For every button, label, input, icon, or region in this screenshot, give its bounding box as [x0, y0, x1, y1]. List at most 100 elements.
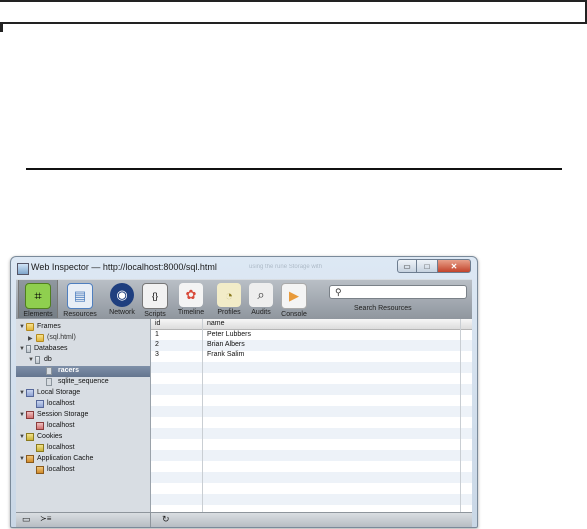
- tree-label: (sql.html): [47, 334, 76, 341]
- tool-network[interactable]: ◉ Network: [102, 283, 142, 316]
- tool-scripts[interactable]: {} Scripts: [140, 283, 170, 318]
- maximize-button[interactable]: □: [417, 259, 437, 273]
- timeline-icon: ✿: [179, 283, 203, 307]
- tree-label: localhost: [47, 400, 75, 407]
- cell-name[interactable]: Brian Albers: [207, 341, 245, 348]
- tree-label: Session Storage: [37, 411, 89, 418]
- application-cache-icon: [36, 466, 44, 474]
- audits-icon: ⌕: [249, 283, 273, 307]
- cell-name[interactable]: Peter Lubbers: [207, 331, 251, 338]
- cell-name[interactable]: Frank Salim: [207, 351, 244, 358]
- expand-triangle-icon[interactable]: ▼: [19, 456, 25, 462]
- tree-label: db: [44, 356, 52, 363]
- tool-label: Resources: [63, 311, 97, 318]
- application-cache-icon: [26, 455, 34, 463]
- expand-triangle-icon[interactable]: ▼: [28, 357, 34, 363]
- grid-stripe: [151, 340, 472, 351]
- grid-stripe: [151, 362, 472, 373]
- column-divider: [460, 319, 461, 512]
- background-window-title: using the rune Storage with: [249, 264, 323, 270]
- dock-icon[interactable]: ▭: [22, 514, 31, 525]
- tree-label: Databases: [34, 345, 68, 352]
- scripts-icon: {}: [142, 283, 168, 309]
- title-bar: Web Inspector — http://localhost:8000/sq…: [11, 257, 477, 279]
- tree-label: Frames: [37, 323, 61, 330]
- expand-triangle-icon[interactable]: ▼: [19, 434, 25, 440]
- expand-triangle-icon[interactable]: ▼: [19, 324, 25, 330]
- tree-item-application-cache-localhost[interactable]: localhost: [16, 465, 150, 476]
- local-storage-icon: [26, 389, 34, 397]
- horizontal-rule: [26, 168, 562, 170]
- window-title: Web Inspector — http://localhost:8000/sq…: [31, 262, 217, 272]
- tool-timeline[interactable]: ✿ Timeline: [171, 283, 211, 316]
- column-header-id[interactable]: id: [155, 320, 160, 327]
- tree-label: racers: [58, 367, 80, 374]
- search-input[interactable]: ⚲: [329, 285, 467, 299]
- search-icon: ⚲: [335, 287, 342, 297]
- tree-label: localhost: [47, 466, 75, 473]
- resources-icon: ▤: [67, 283, 93, 309]
- tool-label: Elements: [23, 311, 53, 318]
- folder-icon: [26, 323, 34, 331]
- session-storage-icon: [36, 422, 44, 430]
- tool-resources[interactable]: ▤ Resources: [60, 283, 100, 318]
- close-button[interactable]: ✕: [437, 259, 471, 273]
- tree-label: Cookies: [37, 433, 63, 440]
- cookie-icon: [36, 444, 44, 452]
- tree-item-application-cache[interactable]: ▼ Application Cache: [16, 454, 150, 465]
- tree-label: localhost: [47, 422, 75, 429]
- tree-label: localhost: [47, 444, 75, 451]
- column-divider: [202, 319, 203, 512]
- grid-stripe: [151, 472, 472, 483]
- tree-item-cookies[interactable]: ▼ Cookies: [16, 432, 150, 443]
- refresh-icon[interactable]: ↻: [162, 514, 170, 525]
- tool-console[interactable]: ▶ Console: [274, 283, 314, 318]
- search-label: Search Resources: [354, 305, 412, 312]
- tree-item-session-storage[interactable]: ▼ Session Storage: [16, 410, 150, 421]
- column-header-name[interactable]: name: [207, 320, 225, 327]
- tree-item-frames[interactable]: ▼ Frames: [16, 322, 150, 333]
- top-bar: [0, 0, 585, 24]
- database-icon: [26, 345, 31, 353]
- web-inspector-window: Web Inspector — http://localhost:8000/sq…: [10, 256, 478, 528]
- tree-item-local-storage[interactable]: ▼ Local Storage: [16, 388, 150, 399]
- console-toggle-icon[interactable]: ≻≡: [40, 514, 51, 523]
- grid-header: id name: [151, 319, 472, 330]
- toolbar: ⌗ Elements ▤ Resources ◉ Network {} Scri…: [16, 279, 472, 320]
- tree-item-cookies-localhost[interactable]: localhost: [16, 443, 150, 454]
- tree-item-sqlite-sequence[interactable]: sqlite_sequence: [16, 377, 150, 388]
- tool-label: Scripts: [144, 311, 166, 318]
- window-controls: ▭ □ ✕: [397, 259, 471, 275]
- expand-triangle-icon[interactable]: ▼: [19, 412, 25, 418]
- tree-item-local-storage-localhost[interactable]: localhost: [16, 399, 150, 410]
- tool-elements[interactable]: ⌗ Elements: [18, 280, 58, 318]
- status-bar: ▭ ≻≡ ↻: [16, 512, 472, 527]
- tree-item-db[interactable]: ▼ db: [16, 355, 150, 366]
- grid-stripe: [151, 384, 472, 395]
- cell-id[interactable]: 3: [155, 351, 159, 358]
- cell-id[interactable]: 1: [155, 331, 159, 338]
- top-bar-tick: [0, 24, 3, 32]
- table-icon: [46, 378, 52, 386]
- tree-item-racers[interactable]: racers: [16, 366, 150, 377]
- cookie-icon: [26, 433, 34, 441]
- tool-label: Console: [281, 311, 307, 318]
- expand-triangle-icon[interactable]: ▼: [19, 390, 25, 396]
- grid-stripe: [151, 428, 472, 439]
- database-icon: [35, 356, 40, 364]
- collapsed-triangle-icon[interactable]: ▶: [28, 335, 33, 342]
- tool-label: Timeline: [177, 309, 205, 316]
- tree-label: Application Cache: [37, 455, 94, 462]
- minimize-button[interactable]: ▭: [397, 259, 417, 273]
- expand-triangle-icon[interactable]: ▼: [19, 346, 25, 352]
- tree-label: sqlite_sequence: [58, 378, 109, 385]
- network-icon: ◉: [110, 283, 134, 307]
- tree-item-databases[interactable]: ▼ Databases: [16, 344, 150, 355]
- cell-id[interactable]: 2: [155, 341, 159, 348]
- data-grid: id name 1 Peter Lubbers 2 Brian Albers 3…: [151, 319, 472, 512]
- tree-item-frame-sql[interactable]: ▶ (sql.html): [16, 333, 150, 344]
- tree-item-session-storage-localhost[interactable]: localhost: [16, 421, 150, 432]
- grid-stripe: [151, 450, 472, 461]
- session-storage-icon: [26, 411, 34, 419]
- grid-stripe: [151, 494, 472, 505]
